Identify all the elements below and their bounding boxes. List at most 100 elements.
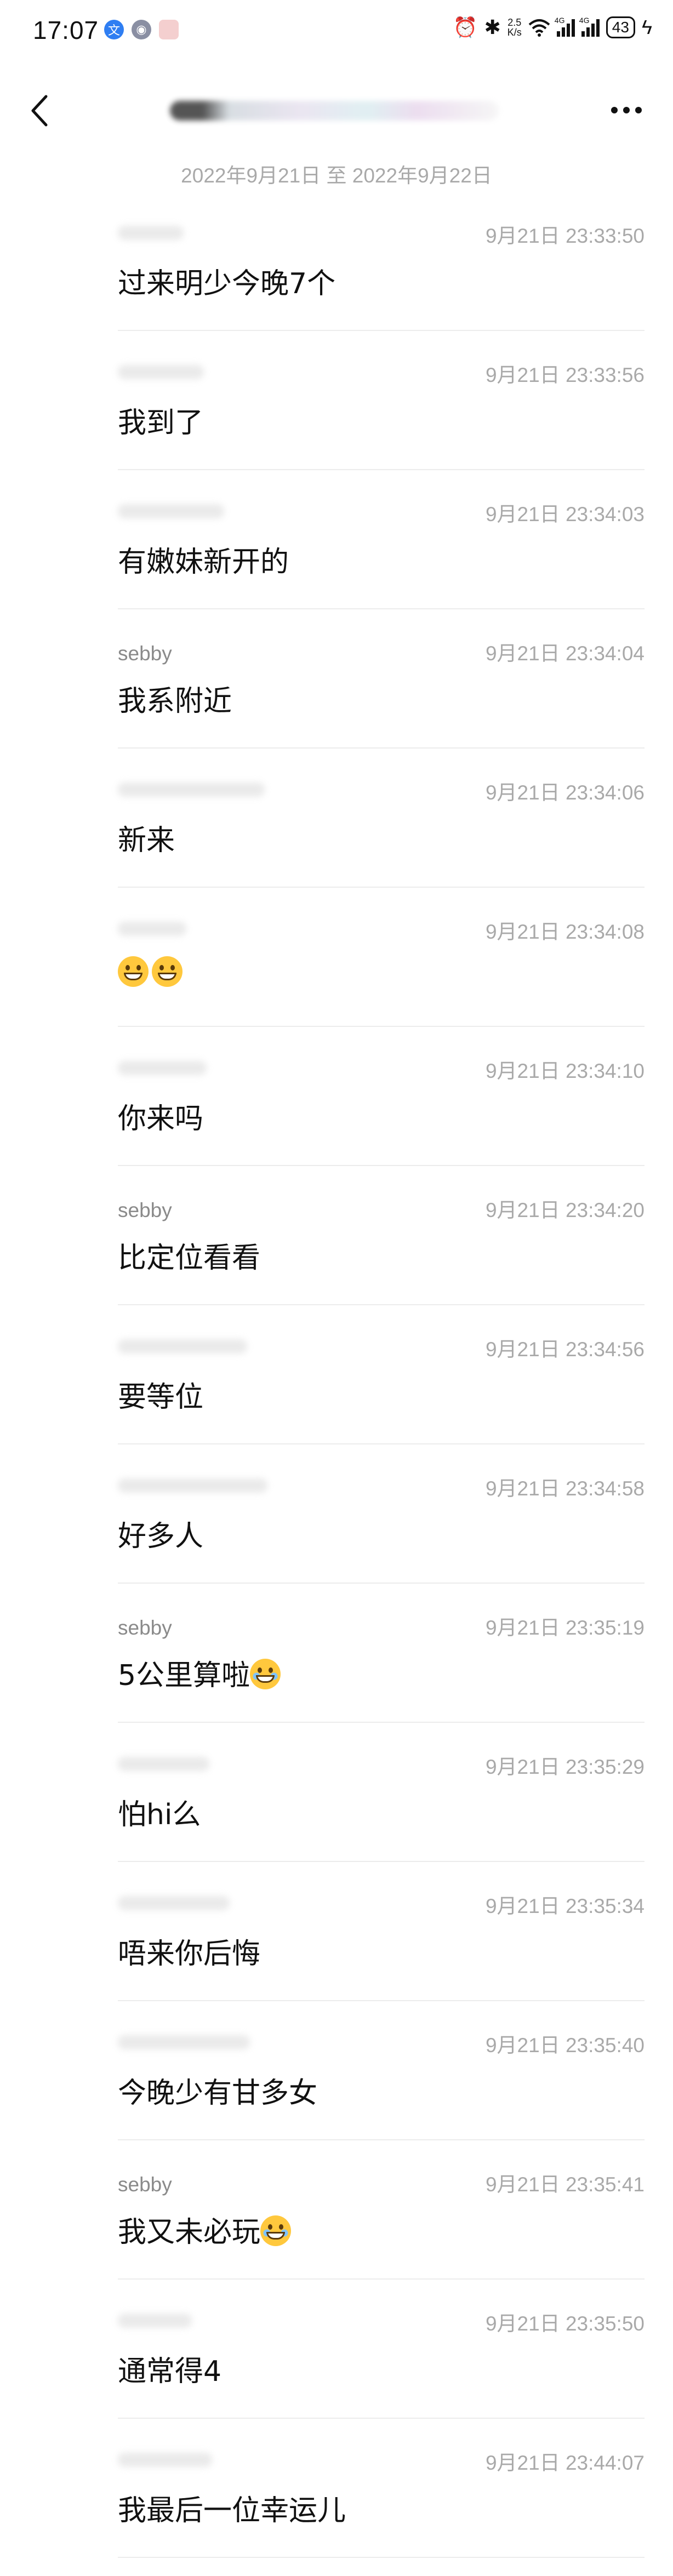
battery-icon: 43 <box>606 16 635 38</box>
message-row[interactable]: 9月21日 23:34:06 新来 <box>0 749 673 888</box>
sender-name: sebby <box>118 1617 172 1639</box>
message-timestamp: 9月21日 23:35:50 <box>485 2312 645 2335</box>
message-text: 有嫩妹新开的 <box>118 546 289 579</box>
message-timestamp: 9月21日 23:44:07 <box>485 2452 645 2474</box>
sender-name-redacted <box>118 226 184 240</box>
message-row[interactable]: 9月21日 23:35:50 通常得4 <box>0 2280 673 2419</box>
sender-name-redacted <box>118 2035 250 2049</box>
sender-name: sebby <box>118 642 172 665</box>
message-text: 要等位 <box>118 1381 204 1414</box>
message-row[interactable]: 9月21日 23:34:58 好多人 <box>0 1444 673 1584</box>
message-row[interactable]: 9月21日 23:33:50 过来明少今晚7个 <box>0 192 673 331</box>
message-text: 我系附近 <box>118 685 232 718</box>
message-row[interactable]: 9月21日 23:34:08 <box>0 888 673 1027</box>
app-notification-icon: ◉ <box>132 20 151 39</box>
sender-name-redacted <box>118 504 224 518</box>
chevron-left-icon[interactable] <box>24 89 57 133</box>
message-content: 我最后一位幸运儿 <box>118 2487 346 2528</box>
chat-title-redacted <box>153 94 515 127</box>
message-row[interactable]: sebby 9月21日 23:35:19 5公里算啦 <box>0 1584 673 1723</box>
status-bar: 17:07 文 ◉ ⏰ ✱ 2.5 K/s 4G 4G 43 ϟ <box>0 0 673 66</box>
message-timestamp: 9月21日 23:33:50 <box>485 225 645 247</box>
message-content: 要等位 <box>118 1374 203 1415</box>
message-list: 9月21日 23:33:50 过来明少今晚7个 9月21日 23:33:56 我到了 9… <box>0 192 673 2558</box>
message-timestamp: 9月21日 23:34:06 <box>485 781 645 804</box>
message-timestamp: 9月21日 23:34:04 <box>485 642 645 665</box>
message-content: 唔来你后悔 <box>118 1930 260 1972</box>
message-row[interactable]: sebby 9月21日 23:34:20 比定位看看 <box>0 1166 673 1305</box>
laugh-cry-emoji-icon <box>260 2215 292 2246</box>
more-horizontal-icon[interactable] <box>608 102 645 118</box>
message-row[interactable]: 9月21日 23:35:29 怕hi么 <box>0 1723 673 1862</box>
status-right: ⏰ ✱ 2.5 K/s 4G 4G 43 ϟ <box>453 16 652 38</box>
message-row[interactable]: sebby 9月21日 23:34:04 我系附近 <box>0 609 673 749</box>
grin-emoji-icon <box>118 956 149 987</box>
message-timestamp: 9月21日 23:35:19 <box>485 1617 645 1639</box>
message-timestamp: 9月21日 23:33:56 <box>485 364 645 386</box>
sender-name: sebby <box>118 1199 172 1221</box>
message-content: 你来吗 <box>118 1095 203 1136</box>
message-row[interactable]: 9月21日 23:33:56 我到了 <box>0 331 673 470</box>
message-text: 比定位看看 <box>118 1242 261 1275</box>
message-text: 我最后一位幸运儿 <box>118 2494 346 2527</box>
message-row[interactable]: 9月21日 23:34:10 你来吗 <box>0 1027 673 1166</box>
message-text: 通常得4 <box>118 2355 222 2388</box>
wifi-icon <box>528 19 550 37</box>
signal-icon: 4G <box>579 16 600 37</box>
notification-icons: 文 ◉ <box>104 20 179 39</box>
message-timestamp: 9月21日 23:35:29 <box>485 1756 645 1778</box>
message-timestamp: 9月21日 23:35:40 <box>485 2034 645 2057</box>
message-content: 过来明少今晚7个 <box>118 260 335 301</box>
message-timestamp: 9月21日 23:35:41 <box>485 2173 645 2196</box>
laugh-cry-emoji-icon <box>250 1659 281 1689</box>
message-row[interactable]: 9月21日 23:35:40 今晚少有甘多女 <box>0 2001 673 2140</box>
message-content: 好多人 <box>118 1513 203 1554</box>
message-timestamp: 9月21日 23:34:56 <box>485 1338 645 1361</box>
battery-level: 43 <box>612 19 629 36</box>
message-content: 5公里算啦 <box>118 1652 284 1693</box>
message-content <box>118 956 186 990</box>
message-text: 我到了 <box>118 407 204 439</box>
bluetooth-icon: ✱ <box>484 16 501 38</box>
message-text: 新来 <box>118 824 175 857</box>
divider <box>118 2557 645 2558</box>
message-text: 好多人 <box>118 1520 204 1553</box>
message-content: 新来 <box>118 817 175 858</box>
message-content: 我又未必玩 <box>118 2209 294 2250</box>
message-row[interactable]: 9月21日 23:35:34 唔来你后悔 <box>0 1862 673 2001</box>
sender-name-redacted <box>118 2314 192 2328</box>
message-timestamp: 9月21日 23:34:03 <box>485 503 645 526</box>
message-content: 今晚少有甘多女 <box>118 2070 317 2111</box>
charging-icon: ϟ <box>641 16 652 38</box>
message-timestamp: 9月21日 23:35:34 <box>485 1895 645 1917</box>
sender-name-redacted <box>118 922 186 936</box>
message-text: 过来明少今晚7个 <box>118 267 336 300</box>
app-notification-icon <box>159 20 179 39</box>
sender-name-redacted <box>118 1061 207 1075</box>
message-row[interactable]: sebby 9月21日 23:35:41 我又未必玩 <box>0 2140 673 2280</box>
message-text: 5公里算啦 <box>118 1659 250 1692</box>
sender-name-redacted <box>118 365 204 379</box>
message-row[interactable]: 9月21日 23:34:03 有嫩妹新开的 <box>0 470 673 609</box>
message-content: 怕hi么 <box>118 1791 201 1832</box>
app-notification-icon: 文 <box>104 20 124 39</box>
status-time: 17:07 <box>33 16 99 44</box>
sender-name-redacted <box>118 2453 212 2467</box>
message-content: 比定位看看 <box>118 1235 260 1276</box>
network-speed: 2.5 K/s <box>507 17 522 38</box>
message-content: 我到了 <box>118 399 203 441</box>
grin-emoji-icon <box>152 956 182 987</box>
message-timestamp: 9月21日 23:34:58 <box>485 1477 645 1500</box>
message-timestamp: 9月21日 23:34:10 <box>485 1060 645 1082</box>
message-row[interactable]: 9月21日 23:44:07 我最后一位幸运儿 <box>0 2419 673 2558</box>
message-content: 有嫩妹新开的 <box>118 539 289 580</box>
message-content: 我系附近 <box>118 678 232 719</box>
message-text: 怕hi么 <box>118 1798 201 1831</box>
message-content: 通常得4 <box>118 2348 221 2389</box>
chat-header <box>0 66 673 156</box>
date-range: 2022年9月21日 至 2022年9月22日 <box>181 164 492 187</box>
message-timestamp: 9月21日 23:34:20 <box>485 1199 645 1221</box>
message-row[interactable]: 9月21日 23:34:56 要等位 <box>0 1305 673 1444</box>
sender-name-redacted <box>118 1339 247 1353</box>
message-timestamp: 9月21日 23:34:08 <box>485 921 645 943</box>
